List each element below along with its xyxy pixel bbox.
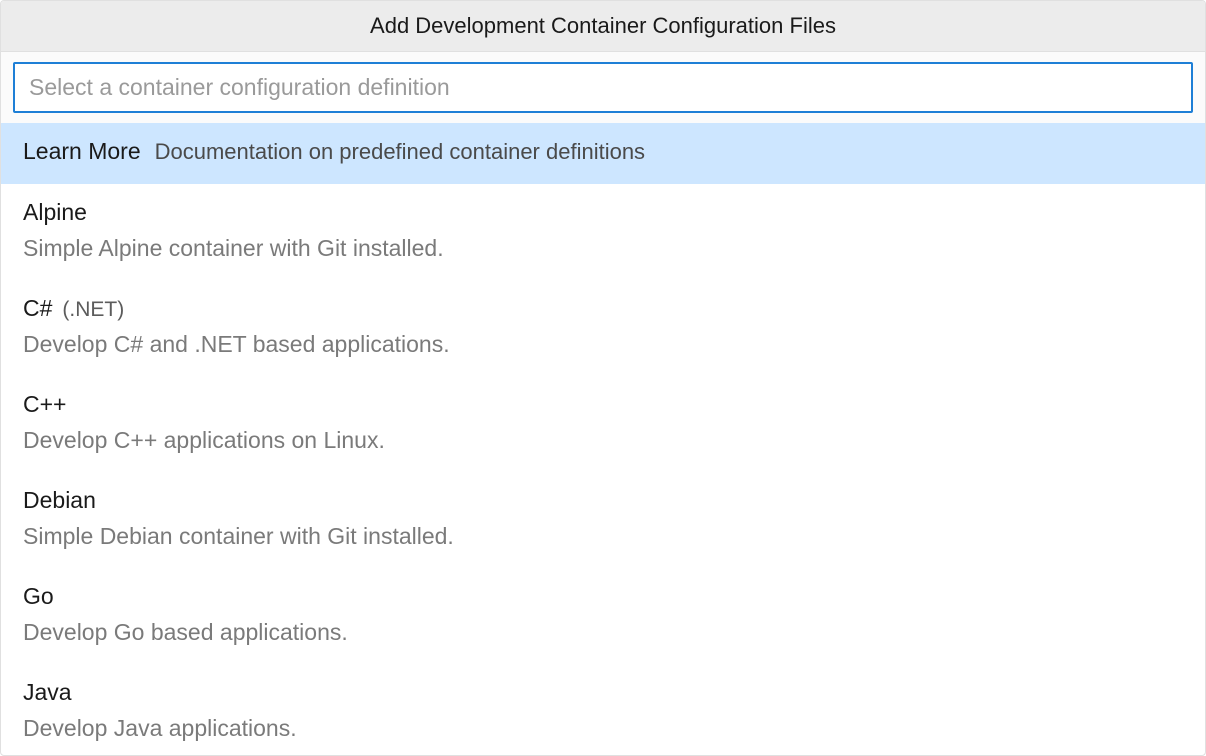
item-title: Alpine	[23, 198, 87, 228]
item-title-row: C++	[23, 390, 1183, 420]
search-input[interactable]	[13, 62, 1193, 113]
list-item[interactable]: C# (.NET) Develop C# and .NET based appl…	[1, 280, 1205, 376]
item-title: Go	[23, 582, 54, 612]
item-title: Debian	[23, 486, 96, 516]
item-description: Develop C++ applications on Linux.	[23, 424, 1183, 456]
list-item[interactable]: C++ Develop C++ applications on Linux.	[1, 376, 1205, 472]
item-hint: (.NET)	[62, 298, 124, 322]
options-list[interactable]: Learn More Documentation on predefined c…	[1, 123, 1205, 755]
item-title-row: Go	[23, 582, 1183, 612]
learn-more-description: Documentation on predefined container de…	[155, 137, 645, 168]
item-title: Java	[23, 678, 72, 708]
list-item[interactable]: Alpine Simple Alpine container with Git …	[1, 184, 1205, 280]
dialog-title: Add Development Container Configuration …	[1, 1, 1205, 52]
item-description: Develop C# and .NET based applications.	[23, 328, 1183, 360]
quickpick-container: Add Development Container Configuration …	[0, 0, 1206, 756]
search-wrapper	[1, 52, 1205, 123]
list-item[interactable]: Java Develop Java applications.	[1, 664, 1205, 755]
learn-more-label: Learn More	[23, 137, 141, 167]
dialog-title-text: Add Development Container Configuration …	[370, 13, 836, 38]
item-description: Simple Alpine container with Git install…	[23, 232, 1183, 264]
item-title: C++	[23, 390, 66, 420]
list-item[interactable]: Debian Simple Debian container with Git …	[1, 472, 1205, 568]
item-title-row: Debian	[23, 486, 1183, 516]
item-description: Simple Debian container with Git install…	[23, 520, 1183, 552]
item-title-row: Alpine	[23, 198, 1183, 228]
item-description: Develop Go based applications.	[23, 616, 1183, 648]
item-title: C#	[23, 294, 52, 324]
list-item[interactable]: Go Develop Go based applications.	[1, 568, 1205, 664]
learn-more-item[interactable]: Learn More Documentation on predefined c…	[1, 123, 1205, 184]
item-title-row: Java	[23, 678, 1183, 708]
item-title-row: C# (.NET)	[23, 294, 1183, 324]
item-description: Develop Java applications.	[23, 712, 1183, 744]
